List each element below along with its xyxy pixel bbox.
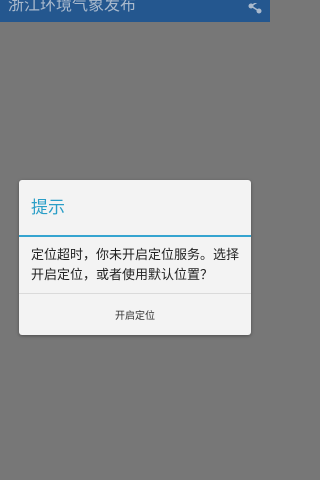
dialog-title: 提示 [31, 198, 65, 218]
title-divider [19, 235, 251, 237]
enable-location-button[interactable]: 开启定位 [19, 294, 251, 335]
location-timeout-dialog: 提示 定位超时，你未开启定位服务。选择开启定位，或者使用默认位置？ 开启定位 [19, 180, 251, 335]
app-title: 浙江环境气象发布 [8, 0, 137, 14]
app-bar: 浙江环境气象发布 [0, 0, 270, 22]
share-button[interactable] [246, 0, 264, 14]
share-icon [248, 0, 262, 14]
dialog-message: 定位超时，你未开启定位服务。选择开启定位，或者使用默认位置？ [31, 248, 240, 283]
